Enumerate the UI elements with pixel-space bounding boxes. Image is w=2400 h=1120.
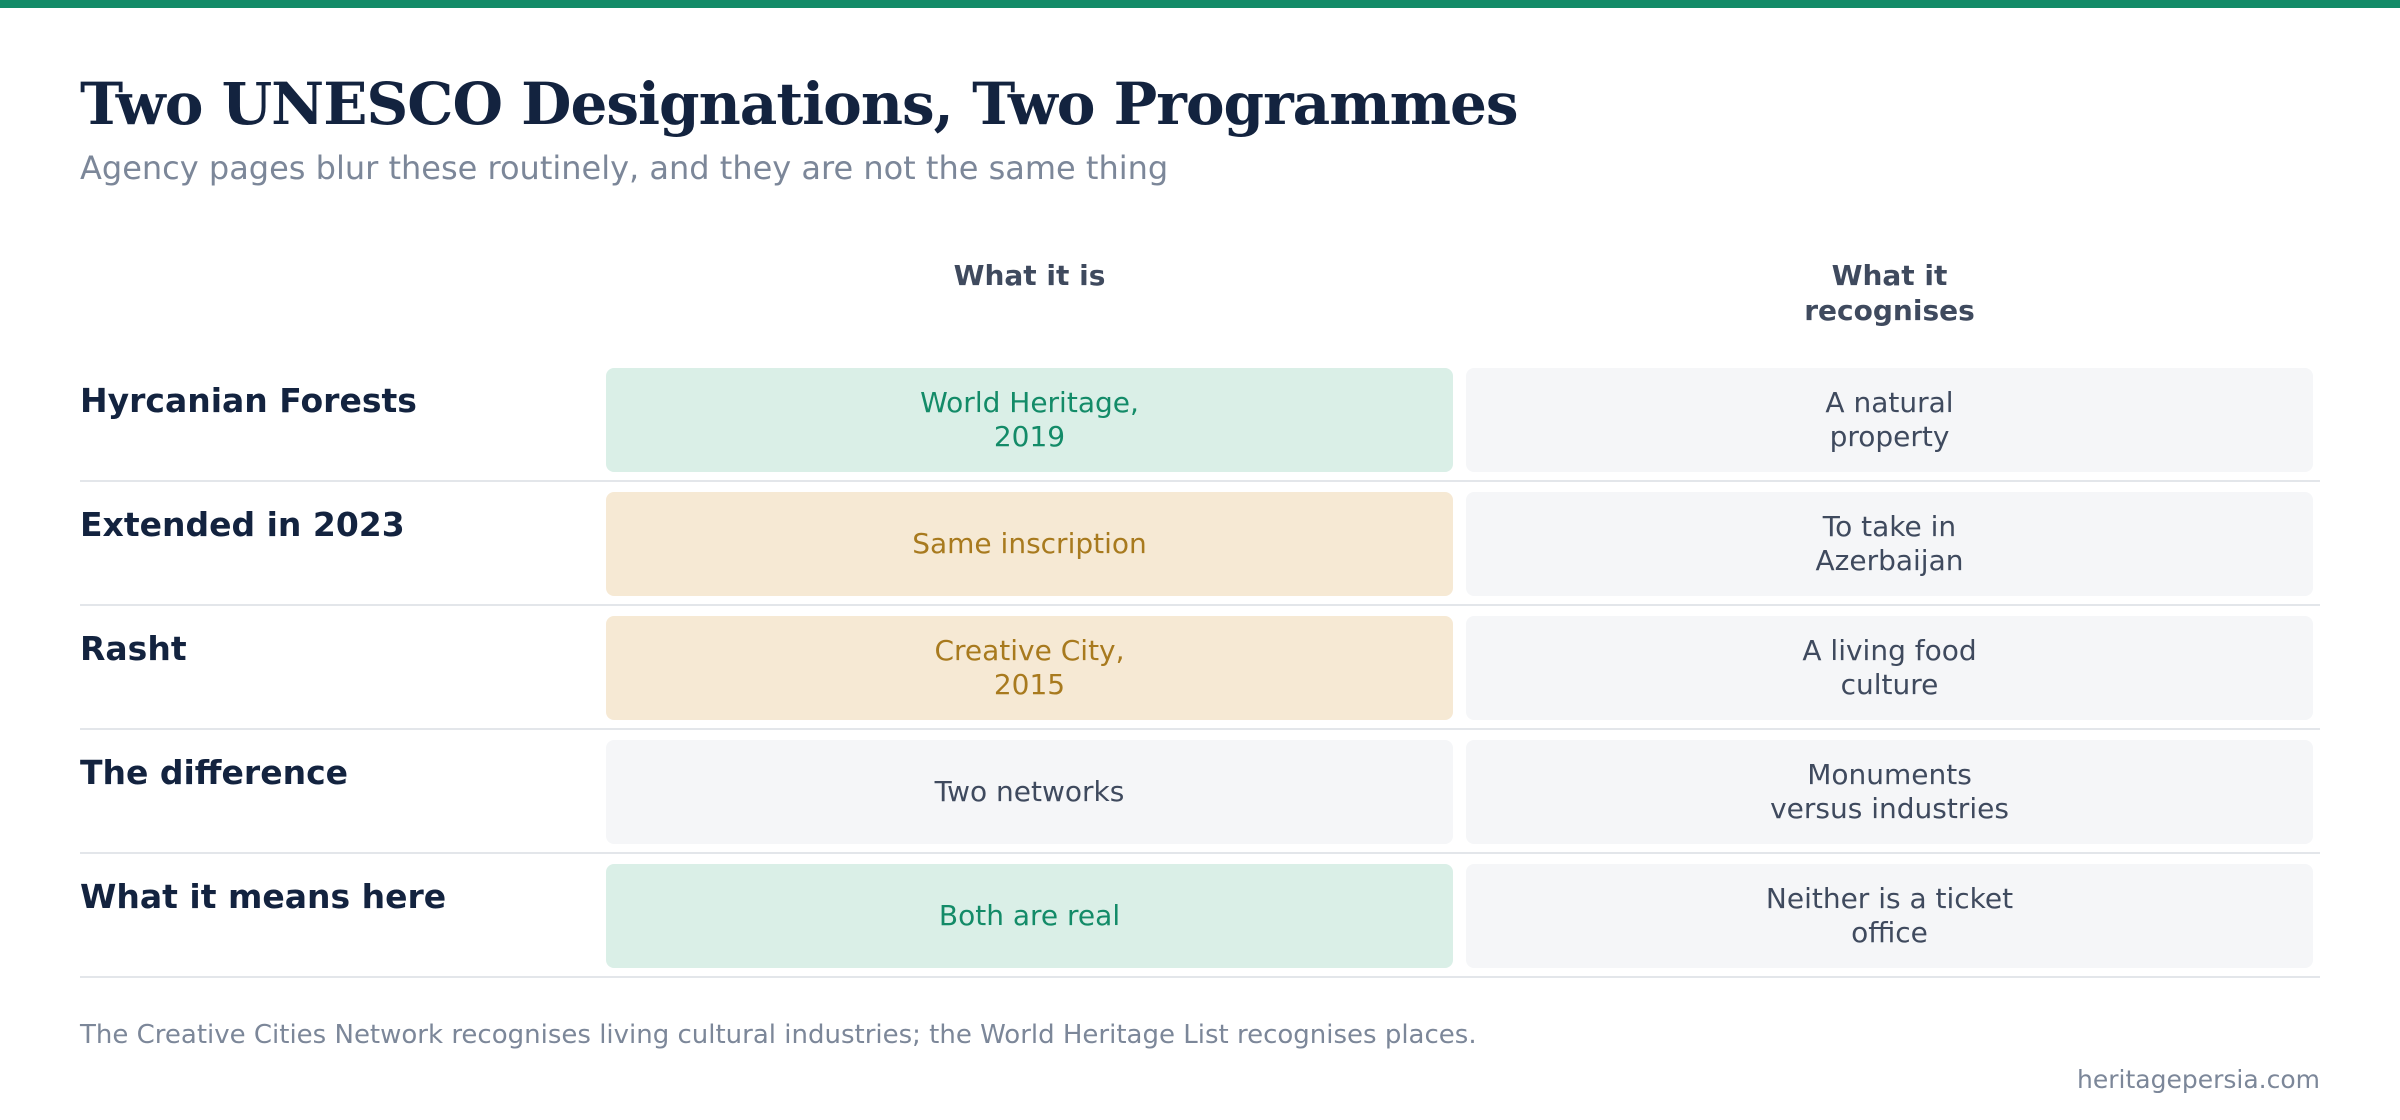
what-it-is-cell: World Heritage, 2019 [606,368,1453,472]
row-label: Rasht [80,629,187,668]
table-row: Extended in 2023 Same inscription To tak… [80,492,2320,616]
recognises-cell: To take in Azerbaijan [1466,492,2313,596]
row-label: Hyrcanian Forests [80,381,417,420]
cell-text: To take in Azerbaijan [1815,510,1964,577]
accent-bar [0,0,2400,8]
column-header-label: What it recognises [1804,259,1975,327]
row-label: Extended in 2023 [80,505,405,544]
table-row: Rasht Creative City, 2015 A living food … [80,616,2320,740]
cell-text: Neither is a ticket office [1765,882,2014,949]
row-label: The difference [80,753,349,792]
what-it-is-cell: Two networks [606,740,1453,844]
cell-text: World Heritage, 2019 [920,386,1139,453]
table-row: The difference Two networks Monuments ve… [80,740,2320,864]
footnote: The Creative Cities Network recognises l… [80,1020,1477,1050]
cell-text: Same inscription [912,527,1147,560]
column-header-what-it-recognises: What it recognises [1466,258,2313,328]
row-divider [80,480,2320,482]
cell-text: Monuments versus industries [1770,758,2009,825]
what-it-is-cell: Same inscription [606,492,1453,596]
table-row: Hyrcanian Forests World Heritage, 2019 A… [80,368,2320,492]
page-subtitle: Agency pages blur these routinely, and t… [80,149,1169,187]
cell-text: A natural property [1825,386,1954,453]
what-it-is-cell: Both are real [606,864,1453,968]
cell-text: Two networks [934,775,1125,808]
recognises-cell: A living food culture [1466,616,2313,720]
cell-text: A living food culture [1802,634,1977,701]
column-header-what-it-is: What it is [606,258,1453,293]
source-credit: heritagepersia.com [2077,1065,2320,1094]
row-divider [80,604,2320,606]
page-title: Two UNESCO Designations, Two Programmes [80,70,1519,138]
cell-text: Creative City, 2015 [934,634,1125,701]
row-divider [80,976,2320,978]
recognises-cell: Neither is a ticket office [1466,864,2313,968]
recognises-cell: Monuments versus industries [1466,740,2313,844]
table-row: What it means here Both are real Neither… [80,864,2320,988]
cell-text: Both are real [938,899,1121,932]
recognises-cell: A natural property [1466,368,2313,472]
row-divider [80,728,2320,730]
what-it-is-cell: Creative City, 2015 [606,616,1453,720]
row-label: What it means here [80,877,447,916]
column-header-label: What it is [953,259,1106,292]
row-divider [80,852,2320,854]
